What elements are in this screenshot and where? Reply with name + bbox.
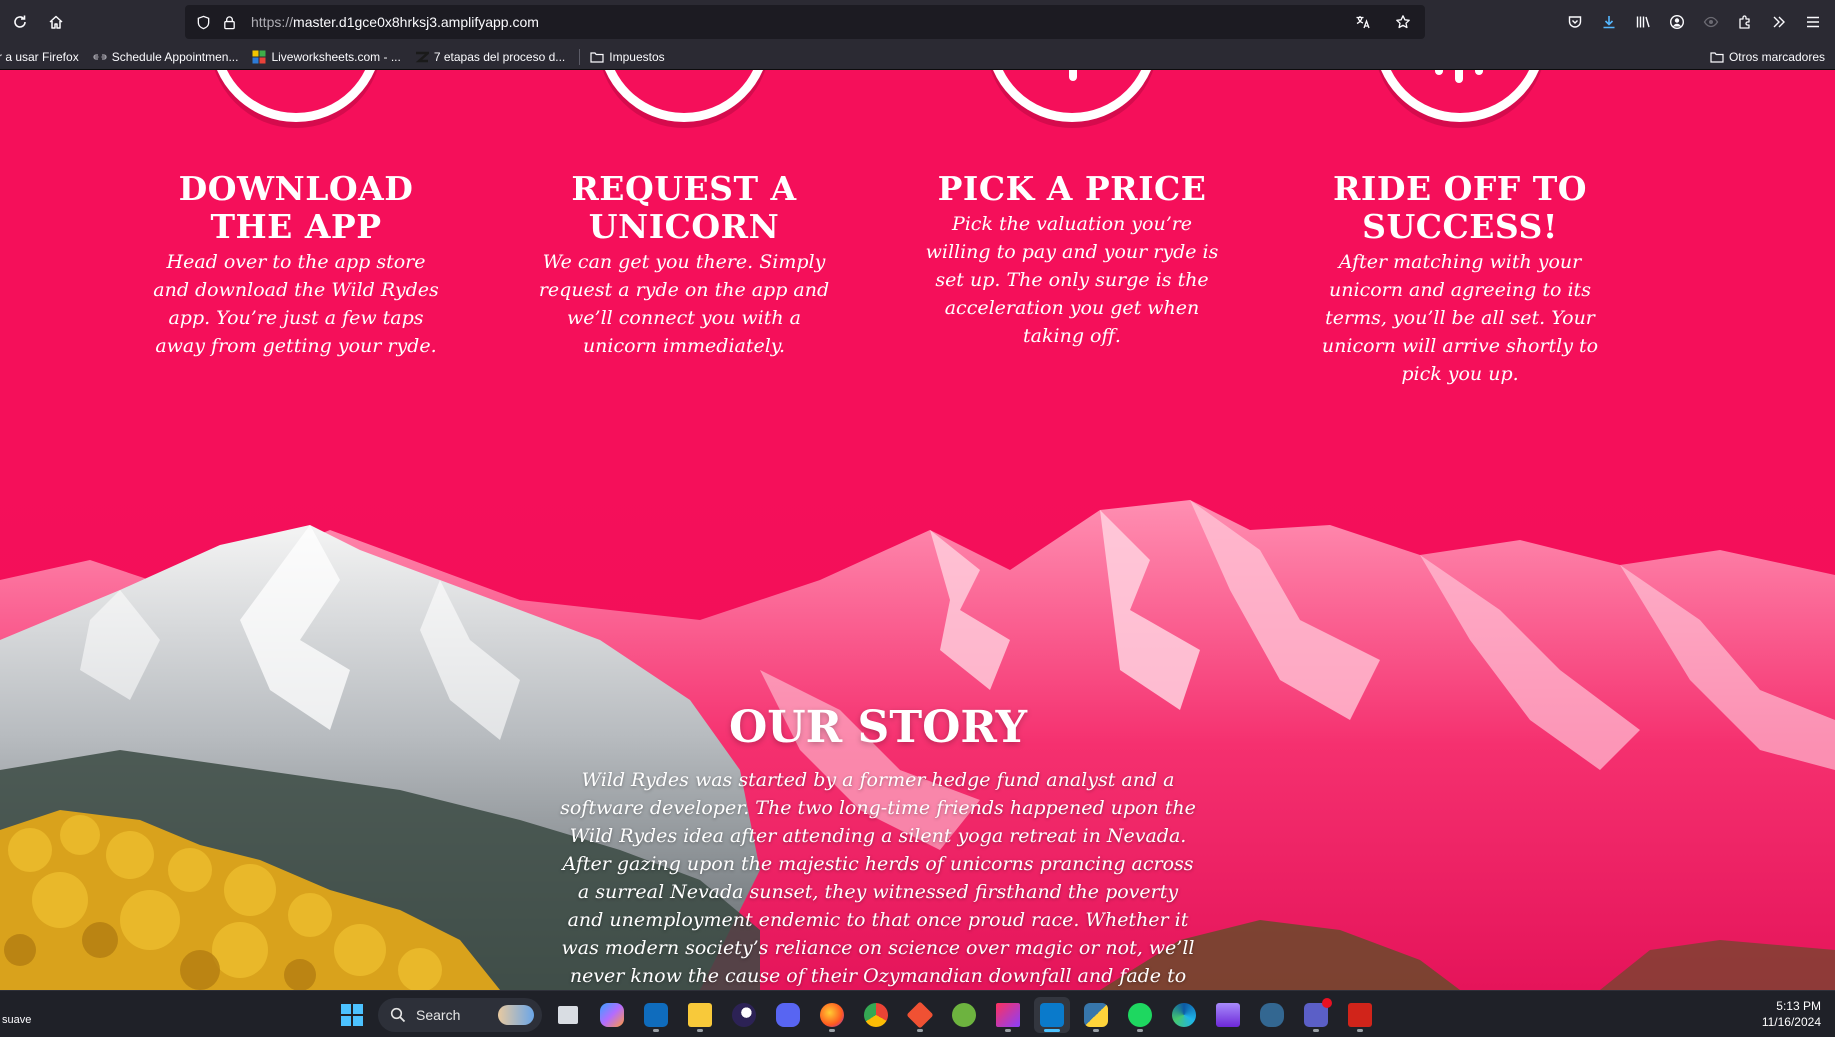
taskbar-apps: Search bbox=[334, 991, 1378, 1037]
privacy-eye-icon[interactable] bbox=[1697, 8, 1725, 36]
vscode-icon[interactable] bbox=[1034, 996, 1070, 1033]
liveworksheets-icon bbox=[252, 50, 266, 63]
url-protocol: https:// bbox=[251, 14, 294, 30]
unicorn-rider-icon bbox=[1374, 70, 1546, 122]
step-description: We can get you there. Simply request a r… bbox=[538, 251, 830, 357]
bookmark-folder[interactable]: Impuestos bbox=[590, 49, 665, 64]
clapper-icon[interactable] bbox=[1210, 997, 1246, 1033]
clock-date: 11/16/2024 bbox=[1761, 1015, 1821, 1029]
phone-app-icon bbox=[210, 70, 382, 122]
search-icon bbox=[390, 1007, 406, 1022]
url-text[interactable]: https://master.d1gce0x8hrksj3.amplifyapp… bbox=[251, 14, 539, 30]
step-pick-price: PICK A PRICE Pick the valuation you’re w… bbox=[922, 70, 1222, 350]
firefox-icon[interactable] bbox=[814, 997, 850, 1033]
file-explorer-icon[interactable] bbox=[682, 997, 718, 1033]
step-title: REQUEST A UNICORN bbox=[571, 169, 797, 246]
bookmark-item[interactable]: Liveworksheets.com - ... bbox=[252, 49, 401, 64]
bookmark-label: Liveworksheets.com - ... bbox=[271, 49, 401, 64]
bookmark-item[interactable]: r a usar Firefox bbox=[0, 50, 79, 64]
clock-time: 5:13 PM bbox=[1776, 999, 1821, 1013]
discord-icon[interactable] bbox=[770, 997, 806, 1033]
chrome-icon[interactable] bbox=[858, 997, 894, 1033]
copilot-icon[interactable] bbox=[594, 997, 630, 1033]
pocket-icon[interactable] bbox=[1561, 8, 1589, 36]
status-text: suave bbox=[2, 1014, 32, 1026]
step-title: RIDE OFF TO SUCCESS! bbox=[1332, 169, 1587, 246]
teams-icon[interactable] bbox=[1298, 997, 1334, 1033]
url-bar[interactable]: https://master.d1gce0x8hrksj3.amplifyapp… bbox=[185, 5, 1425, 39]
outlook-icon[interactable] bbox=[638, 997, 674, 1033]
other-bookmarks[interactable]: Otros marcadores bbox=[1710, 44, 1825, 70]
intellij-icon[interactable] bbox=[990, 997, 1026, 1033]
home-icon[interactable] bbox=[38, 4, 74, 40]
start-button[interactable] bbox=[334, 997, 370, 1033]
page-content: DOWNLOAD THE APP Head over to the app st… bbox=[0, 70, 1835, 990]
our-story-text: Wild Rydes was started by a former hedge… bbox=[560, 769, 1196, 987]
site-icon bbox=[415, 51, 429, 62]
bookmark-star-icon[interactable] bbox=[1389, 8, 1417, 36]
bookmark-item[interactable]: Schedule Appointmen... bbox=[93, 49, 239, 64]
postgres-icon[interactable] bbox=[1254, 997, 1290, 1033]
acrobat-icon[interactable] bbox=[1342, 997, 1378, 1033]
overflow-chevron-icon[interactable] bbox=[1765, 8, 1793, 36]
browser-toolbar: https://master.d1gce0x8hrksj3.amplifyapp… bbox=[0, 0, 1835, 44]
bookmark-label: 7 etapas del proceso d... bbox=[433, 49, 566, 64]
step-request-unicorn: REQUEST A UNICORN We can get you there. … bbox=[534, 70, 834, 360]
git-icon[interactable] bbox=[902, 997, 938, 1033]
step-title: PICK A PRICE bbox=[937, 169, 1207, 208]
unicorn-horn-icon bbox=[598, 70, 770, 122]
task-view-icon[interactable] bbox=[550, 997, 586, 1033]
url-host: master.d1gce0x8hrksj3.amplifyapp.com bbox=[293, 14, 539, 30]
step-title: DOWNLOAD THE APP bbox=[178, 169, 414, 246]
step-description: Head over to the app store and download … bbox=[153, 251, 439, 357]
menu-hamburger-icon[interactable] bbox=[1799, 8, 1827, 36]
bookmark-item[interactable]: 7 etapas del proceso d... bbox=[415, 50, 565, 64]
step-description: After matching with your unicorn and agr… bbox=[1321, 251, 1599, 385]
our-story-section: OUR STORY Wild Rydes was started by a fo… bbox=[560, 702, 1196, 990]
spring-icon[interactable] bbox=[946, 997, 982, 1033]
notification-badge-icon bbox=[1322, 997, 1332, 1008]
reload-icon[interactable] bbox=[2, 4, 38, 40]
bookmark-label: Schedule Appointmen... bbox=[111, 49, 239, 64]
other-bookmarks-label: Otros marcadores bbox=[1728, 50, 1825, 64]
system-clock[interactable]: 5:13 PM 11/16/2024 bbox=[1762, 998, 1821, 1030]
search-label: Search bbox=[416, 1006, 461, 1023]
downloads-icon[interactable] bbox=[1595, 8, 1623, 36]
windows-logo-icon bbox=[341, 1003, 363, 1026]
eclipse-icon[interactable] bbox=[726, 997, 762, 1033]
price-tag-icon bbox=[986, 70, 1158, 122]
link-icon bbox=[93, 53, 107, 60]
folder-icon bbox=[590, 51, 604, 63]
bookmark-label: Impuestos bbox=[609, 49, 665, 64]
bookmark-separator bbox=[579, 48, 581, 65]
our-story-title: OUR STORY bbox=[728, 702, 1028, 753]
step-download-app: DOWNLOAD THE APP Head over to the app st… bbox=[146, 70, 446, 360]
bookmark-label: r a usar Firefox bbox=[0, 49, 79, 64]
lock-icon[interactable] bbox=[221, 14, 237, 30]
folder-icon bbox=[1710, 52, 1724, 63]
translate-icon[interactable] bbox=[1349, 8, 1377, 36]
step-description: Pick the valuation you’re willing to pay… bbox=[925, 213, 1219, 347]
taskbar-search[interactable]: Search bbox=[378, 997, 542, 1032]
account-icon[interactable] bbox=[1663, 8, 1691, 36]
step-ride-off: RIDE OFF TO SUCCESS! After matching with… bbox=[1310, 70, 1610, 388]
python-icon[interactable] bbox=[1078, 997, 1114, 1033]
extensions-icon[interactable] bbox=[1731, 8, 1759, 36]
library-icon[interactable] bbox=[1629, 8, 1657, 36]
spotify-icon[interactable] bbox=[1122, 997, 1158, 1033]
search-highlight-icon bbox=[498, 1004, 534, 1025]
bookmarks-bar: r a usar Firefox Schedule Appointmen... … bbox=[0, 44, 1835, 70]
windows-taskbar: suave Search 5:13 PM 11/16/2024 bbox=[0, 990, 1835, 1037]
edge-icon[interactable] bbox=[1166, 997, 1202, 1033]
tracking-shield-icon[interactable] bbox=[195, 14, 211, 30]
